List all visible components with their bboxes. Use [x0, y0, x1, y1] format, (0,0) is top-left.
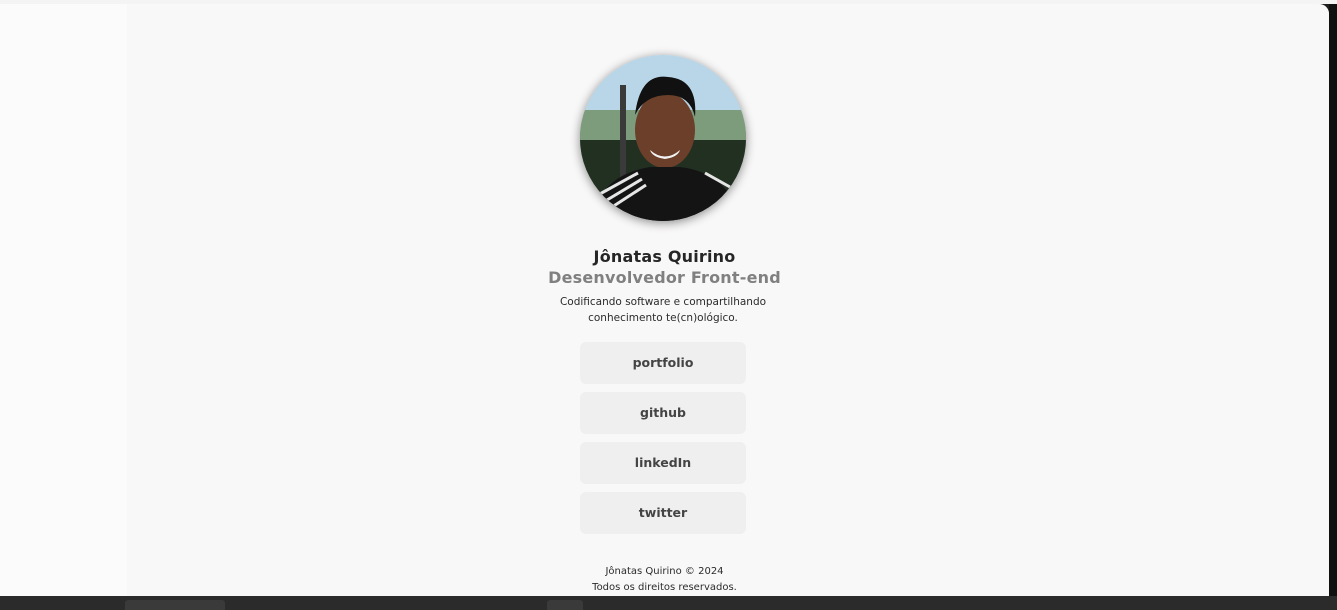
taskbar: [0, 596, 1337, 610]
profile-bio: Codificando software e compartilhando co…: [540, 294, 786, 326]
twitter-link-button[interactable]: twitter: [580, 492, 746, 534]
profile-card: Jônatas Quirino Desenvolvedor Front-end …: [0, 4, 1329, 596]
avatar: [580, 55, 746, 221]
github-link-button[interactable]: github: [580, 392, 746, 434]
browser-window: Jônatas Quirino Desenvolvedor Front-end …: [0, 4, 1329, 596]
taskbar-item[interactable]: [125, 600, 225, 610]
profile-role: Desenvolvedor Front-end: [548, 268, 781, 287]
portfolio-link-button[interactable]: portfolio: [580, 342, 746, 384]
bio-line-2: conhecimento te(cn)ológico.: [588, 312, 738, 324]
links-list: portfolio github linkedIn twitter: [580, 342, 746, 542]
footer: Jônatas Quirino © 2024 Todos os direitos…: [0, 564, 1329, 596]
profile-name: Jônatas Quirino: [593, 247, 736, 266]
taskbar-item[interactable]: [547, 600, 583, 610]
linkedin-link-button[interactable]: linkedIn: [580, 442, 746, 484]
footer-copyright: Jônatas Quirino © 2024: [605, 566, 724, 577]
bio-line-1: Codificando software e compartilhando: [559, 296, 767, 308]
desktop-edge: [1329, 4, 1337, 596]
avatar-photo: [580, 55, 746, 221]
footer-rights: Todos os direitos reservados.: [592, 582, 737, 593]
